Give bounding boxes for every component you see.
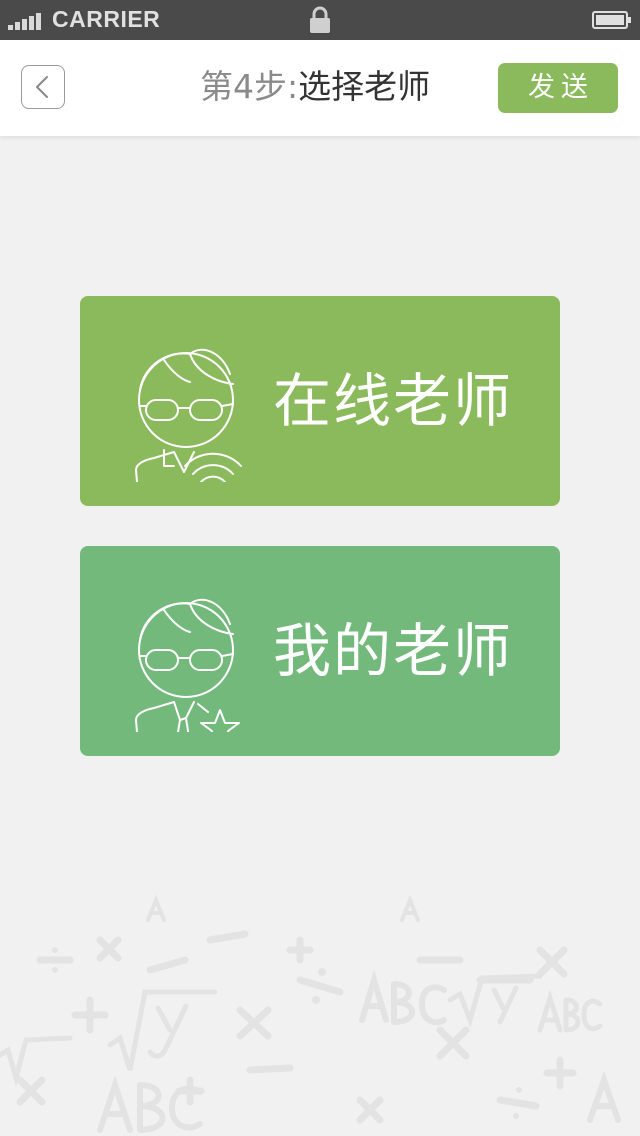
online-teacher-label: 在线老师 xyxy=(273,367,514,435)
signal-bars-icon xyxy=(8,10,41,30)
title-main: 选择老师 xyxy=(298,67,431,106)
teacher-wifi-icon xyxy=(135,348,242,482)
battery-icon xyxy=(592,11,631,29)
title-step: 第4步 xyxy=(200,67,287,106)
navigation-bar: 第4步:选择老师 发送 xyxy=(0,40,640,136)
online-teacher-button[interactable]: 在线老师 xyxy=(80,296,560,506)
status-bar: CARRIER xyxy=(0,0,640,40)
lock-icon xyxy=(310,6,330,33)
send-button[interactable]: 发送 xyxy=(498,63,618,113)
teacher-star-icon xyxy=(135,598,240,732)
my-teacher-label: 我的老师 xyxy=(273,617,514,685)
back-button[interactable] xyxy=(21,65,65,109)
carrier-name: CARRIER xyxy=(52,6,161,32)
math-doodle-background xyxy=(0,894,621,1133)
page-title: 第4步:选择老师 xyxy=(200,64,430,110)
chevron-left-icon xyxy=(36,76,48,98)
my-teacher-button[interactable]: 我的老师 xyxy=(80,546,560,756)
title-separator: : xyxy=(287,67,299,106)
